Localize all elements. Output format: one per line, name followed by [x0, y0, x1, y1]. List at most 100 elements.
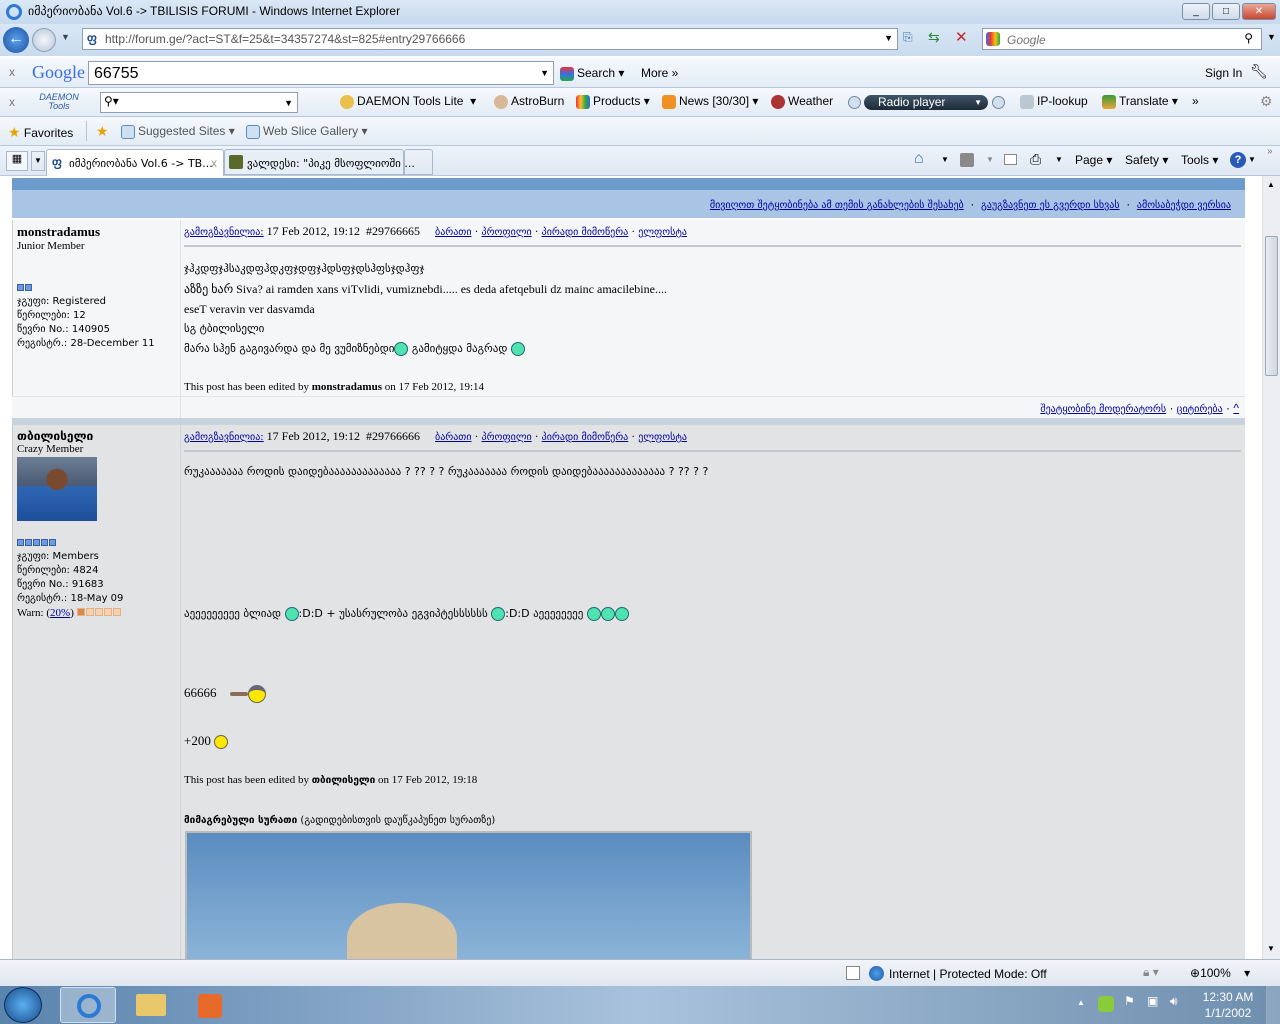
- clock[interactable]: 12:30 AM 1/1/2002: [1196, 989, 1260, 1021]
- security-zone[interactable]: Internet | Protected Mode: Off: [889, 967, 1047, 981]
- zoom-level[interactable]: ⊕100% ▾: [1190, 966, 1250, 980]
- favorites-button[interactable]: ★ Favorites: [8, 124, 73, 141]
- attached-image[interactable]: [185, 831, 752, 959]
- network-icon[interactable]: ▣: [1147, 994, 1158, 1008]
- posted-link[interactable]: გამოგზავნილია:: [184, 227, 264, 238]
- start-button[interactable]: [4, 987, 42, 1023]
- profile-link[interactable]: პროფილი: [482, 227, 532, 238]
- sign-in-link[interactable]: Sign In: [1205, 66, 1242, 80]
- address-field[interactable]: ფ http://forum.ge/?act=ST&f=25&t=3435727…: [82, 28, 898, 50]
- post-body: გამოგზავნილია: 17 Feb 2012, 19:12 #29766…: [184, 429, 1241, 959]
- quick-tabs-icon[interactable]: ▦: [6, 151, 28, 171]
- close-tab-icon[interactable]: x: [211, 156, 217, 170]
- author-name[interactable]: monstradamus: [17, 224, 176, 240]
- scroll-up-icon[interactable]: ▲: [1267, 180, 1275, 189]
- email-link[interactable]: ელფოსტა: [638, 432, 687, 443]
- more-button[interactable]: More »: [641, 66, 678, 80]
- posted-link[interactable]: გამოგზავნილია:: [184, 432, 264, 443]
- google-search-input[interactable]: 66755 ▼: [88, 61, 554, 85]
- search-options-icon[interactable]: ▼: [1267, 32, 1276, 42]
- add-favorites-icon[interactable]: ★: [96, 123, 109, 140]
- mail-icon[interactable]: [1004, 154, 1017, 165]
- volume-tray-icon[interactable]: 🔊︎: [1170, 994, 1178, 1009]
- google-search-button[interactable]: Search ▾: [560, 66, 624, 81]
- close-toolbar-icon[interactable]: x: [9, 95, 15, 109]
- refresh-icon[interactable]: ⇆: [928, 29, 940, 46]
- report-moderator-link[interactable]: შეატყობინე მოდერატორს: [1040, 404, 1166, 415]
- print-version-link[interactable]: ამოსაბეჭდი ვერსია: [1137, 200, 1231, 211]
- play-icon[interactable]: [848, 96, 861, 109]
- explorer-folder-icon[interactable]: [136, 994, 166, 1016]
- wrench-icon[interactable]: 🔧︎: [1250, 63, 1268, 80]
- forward-button[interactable]: [32, 28, 56, 52]
- more-commands-icon[interactable]: »: [1267, 146, 1273, 157]
- top-link[interactable]: ^: [1233, 401, 1239, 415]
- taskbar-ie-button[interactable]: [60, 987, 116, 1023]
- quote-link[interactable]: ციტირება: [1177, 404, 1223, 415]
- daemon-tools-lite-button[interactable]: DAEMON Tools Lite ▾: [340, 94, 476, 109]
- print-icon[interactable]: ⎙: [1030, 151, 1041, 168]
- safety-menu[interactable]: Safety ▾: [1125, 153, 1168, 167]
- show-hidden-icons[interactable]: ▲: [1077, 998, 1085, 1007]
- author-name[interactable]: თბილისელი: [17, 429, 176, 443]
- stop-icon[interactable]: ✕: [955, 28, 968, 46]
- weather-button[interactable]: Weather: [771, 94, 833, 109]
- web-slice-gallery-link[interactable]: Web Slice Gallery ▾: [246, 124, 368, 139]
- email-page-link[interactable]: გაუგზავნეთ ეს გვერდი სხვას: [981, 200, 1120, 211]
- page-menu[interactable]: Page ▾: [1075, 153, 1112, 167]
- scroll-down-icon[interactable]: ▼: [1267, 944, 1275, 953]
- products-button[interactable]: Products ▾: [576, 94, 650, 109]
- suggested-sites-link[interactable]: Suggested Sites ▾: [121, 124, 235, 139]
- feeds-icon[interactable]: [960, 153, 974, 167]
- feeds-dropdown-icon[interactable]: ▼: [986, 155, 994, 164]
- home-icon[interactable]: ⌂: [914, 150, 924, 168]
- tab-active[interactable]: ფ იმპერიობანა Vol.6 -> TB... x: [46, 149, 224, 176]
- tools-menu[interactable]: Tools ▾: [1181, 153, 1218, 167]
- chevron-more-button[interactable]: »: [1192, 94, 1199, 108]
- address-dropdown-icon[interactable]: ▼: [884, 33, 893, 43]
- card-link[interactable]: ბარათი: [435, 227, 471, 238]
- avatar[interactable]: [17, 457, 97, 521]
- private-message-link[interactable]: პირადი მიმოწერა: [542, 227, 629, 238]
- search-box[interactable]: Google ⚲: [982, 28, 1262, 50]
- media-player-icon[interactable]: [198, 994, 222, 1018]
- scroll-thumb[interactable]: [1265, 236, 1278, 376]
- tab-list-dropdown[interactable]: ▼: [31, 151, 45, 171]
- print-dropdown-icon[interactable]: ▼: [1055, 155, 1063, 164]
- astroburn-button[interactable]: AstroBurn: [494, 94, 564, 109]
- news-button[interactable]: News [30/30] ▾: [662, 94, 758, 109]
- action-center-flag-icon[interactable]: ⚑: [1124, 994, 1135, 1008]
- daemon-search-input[interactable]: ⚲▾ ▼: [100, 92, 298, 113]
- close-button[interactable]: ✕: [1242, 3, 1276, 20]
- private-message-link[interactable]: პირადი მიმოწერა: [542, 432, 629, 443]
- dropdown-icon[interactable]: ▼: [540, 68, 549, 78]
- translate-button[interactable]: Translate ▾: [1102, 94, 1178, 109]
- gear-icon[interactable]: ⚙: [1260, 93, 1273, 110]
- maximize-button[interactable]: □: [1212, 3, 1240, 20]
- volume-icon[interactable]: [992, 96, 1005, 109]
- ip-lookup-button[interactable]: IP-lookup: [1020, 94, 1088, 109]
- home-dropdown-icon[interactable]: ▼: [941, 155, 949, 164]
- email-link[interactable]: ელფოსტა: [638, 227, 687, 238]
- security-tray-icon[interactable]: [1098, 996, 1114, 1012]
- help-icon[interactable]: ?: [1230, 152, 1246, 168]
- compatibility-view-icon[interactable]: ⎘: [903, 30, 913, 45]
- popup-blocked-icon[interactable]: [846, 966, 860, 980]
- show-desktop-button[interactable]: [1266, 986, 1280, 1024]
- history-dropdown-icon[interactable]: ▼: [61, 32, 70, 42]
- radio-player-dropdown[interactable]: Radio player ▼: [864, 95, 988, 110]
- search-icon[interactable]: ⚲: [1244, 31, 1253, 45]
- card-link[interactable]: ბარათი: [435, 432, 471, 443]
- back-button[interactable]: ←: [3, 27, 29, 53]
- profile-link[interactable]: პროფილი: [482, 432, 532, 443]
- minimize-button[interactable]: _: [1182, 3, 1210, 20]
- warn-value-link[interactable]: 20%: [50, 607, 70, 619]
- search-input[interactable]: Google: [1007, 33, 1046, 47]
- protected-mode-icon[interactable]: 🔒︎ ▾: [1143, 965, 1159, 980]
- vertical-scrollbar[interactable]: ▲ ▼: [1262, 176, 1280, 959]
- help-dropdown-icon[interactable]: ▼: [1248, 155, 1256, 164]
- close-toolbar-icon[interactable]: x: [9, 65, 15, 79]
- subscribe-topic-link[interactable]: მივიღოთ შეტყობინება ამ თემის განახლების …: [710, 200, 964, 211]
- tab[interactable]: ვალდესი: "პიკე მსოფლიოში ...: [224, 149, 415, 175]
- new-tab-button[interactable]: [404, 149, 433, 175]
